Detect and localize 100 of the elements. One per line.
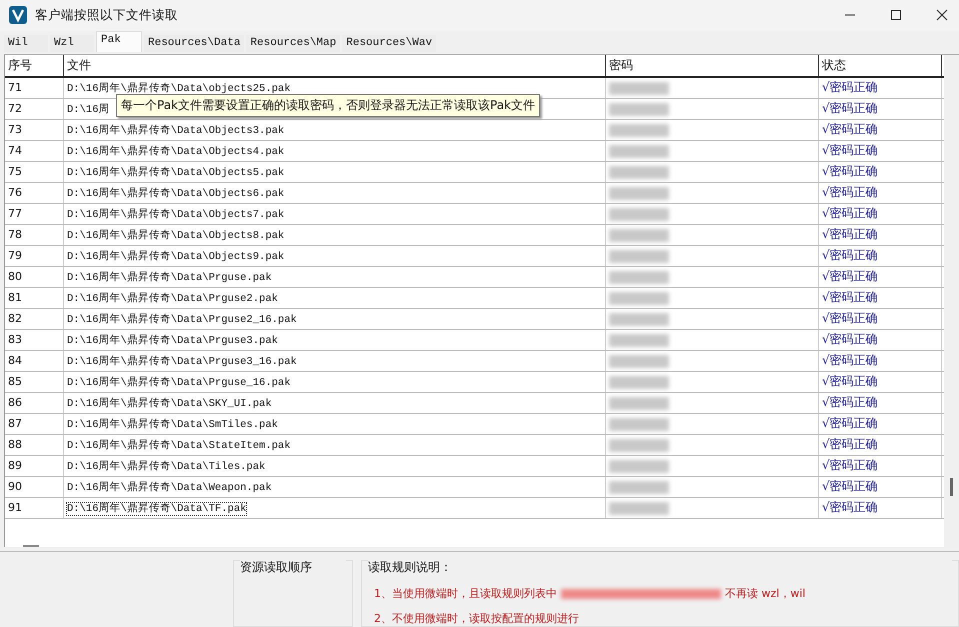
blurred-password xyxy=(609,103,669,116)
status-text: √密码正确 xyxy=(819,414,942,434)
group-title: 读取规则说明： xyxy=(368,559,952,576)
table-cell: 80 xyxy=(5,267,64,287)
file-path: D:\16周年\鼎昇传奇\Data\Objects9.pak xyxy=(67,251,284,263)
table-cell: 72 xyxy=(5,99,64,119)
file-path: D:\16周年\鼎昇传奇\Data\Prguse_16.pak xyxy=(67,377,291,389)
table-cell: 82 xyxy=(5,309,64,329)
status-text: √密码正确 xyxy=(819,141,942,161)
table-cell: 84 xyxy=(5,351,64,371)
file-path: D:\16周 xyxy=(67,104,110,116)
blurred-password xyxy=(609,355,669,368)
status-text: √密码正确 xyxy=(819,372,942,392)
file-path: D:\16周年\鼎昇传奇\Data\Objects7.pak xyxy=(67,209,284,221)
file-path: D:\16周年\鼎昇传奇\Data\Prguse3_16.pak xyxy=(67,356,297,368)
maximize-icon[interactable] xyxy=(890,9,902,22)
table-cell: 81 xyxy=(5,288,64,308)
blurred-password xyxy=(609,271,669,284)
status-text: √密码正确 xyxy=(819,288,942,308)
blurred-password xyxy=(609,418,669,431)
table-cell: 85 xyxy=(5,372,64,392)
table-cell: 83 xyxy=(5,330,64,350)
table-cell: 88 xyxy=(5,435,64,455)
table-cell: 73 xyxy=(5,120,64,140)
blurred-password xyxy=(609,166,669,179)
blurred-password xyxy=(609,439,669,452)
status-text: √密码正确 xyxy=(819,225,942,245)
file-path: D:\16周年\鼎昇传奇\Data\Objects4.pak xyxy=(67,146,284,158)
tab[interactable]: Wzl xyxy=(50,35,94,52)
file-path: D:\16周年\鼎昇传奇\Data\Prguse2.pak xyxy=(67,293,278,305)
file-path: D:\16周年\鼎昇传奇\Data\SmTiles.pak xyxy=(67,419,278,431)
file-path: D:\16周年\鼎昇传奇\Data\Objects6.pak xyxy=(67,188,284,200)
table-cell: 77 xyxy=(5,204,64,224)
file-path: D:\16周年\鼎昇传奇\Data\Objects8.pak xyxy=(67,230,284,242)
tab[interactable]: Resources\Wav xyxy=(342,35,436,52)
status-text: √密码正确 xyxy=(819,393,942,413)
table-cell: 74 xyxy=(5,141,64,161)
file-path: D:\16周年\鼎昇传奇\Data\objects25.pak xyxy=(67,83,291,95)
table-cell: 75 xyxy=(5,162,64,182)
table-cell: 86 xyxy=(5,393,64,413)
column-header[interactable]: 状态 xyxy=(819,55,942,76)
table-cell: 79 xyxy=(5,246,64,266)
tab[interactable]: Resources\Data xyxy=(144,35,244,52)
table-cell: 78 xyxy=(5,225,64,245)
file-path: D:\16周年\鼎昇传奇\Data\SKY_UI.pak xyxy=(67,398,272,410)
close-icon[interactable] xyxy=(936,9,948,22)
blurred-password xyxy=(609,481,669,494)
blurred-password xyxy=(609,124,669,137)
scrollbar-thumb[interactable] xyxy=(950,478,953,496)
group-title: 资源读取顺序 xyxy=(240,559,346,576)
blurred-password xyxy=(609,502,669,515)
blurred-password xyxy=(609,376,669,389)
blurred-password xyxy=(609,313,669,326)
file-path: D:\16周年\鼎昇传奇\Data\Prguse3.pak xyxy=(67,335,278,347)
app-logo-icon xyxy=(9,6,27,24)
file-path: D:\16周年\鼎昇传奇\Data\Prguse.pak xyxy=(67,272,272,284)
tooltip: 每一个Pak文件需要设置正确的读取密码，否则登录器无法正常读取该Pak文件 xyxy=(116,94,540,117)
file-path: D:\16周年\鼎昇传奇\Data\Tiles.pak xyxy=(67,461,266,473)
status-text: √密码正确 xyxy=(819,246,942,266)
dash-mark xyxy=(23,545,39,547)
table-cell: 90 xyxy=(5,477,64,497)
status-text: √密码正确 xyxy=(819,498,942,518)
column-header[interactable]: 序号 xyxy=(5,55,64,76)
tab[interactable]: Resources\Map xyxy=(246,35,340,52)
status-text: √密码正确 xyxy=(819,351,942,371)
window-title: 客户端按照以下文件读取 xyxy=(35,6,178,24)
column-header[interactable]: 密码 xyxy=(606,55,819,76)
tab[interactable]: Pak xyxy=(96,31,142,52)
status-text: √密码正确 xyxy=(819,78,942,98)
blurred-password xyxy=(609,187,669,200)
table-cell: 71 xyxy=(5,78,64,98)
file-path: D:\16周年\鼎昇传奇\Data\Weapon.pak xyxy=(67,482,272,494)
blurred-password xyxy=(609,397,669,410)
table-cell: 89 xyxy=(5,456,64,476)
blurred-password xyxy=(609,82,669,95)
blurred-password xyxy=(609,229,669,242)
status-text: √密码正确 xyxy=(819,309,942,329)
rule-text: 1、当使用微端时，且读取规则列表中 xyxy=(374,586,557,601)
tab[interactable]: Wil xyxy=(4,35,48,52)
rule-text: 2、不使用微端时，读取按配置的规则进行 xyxy=(374,611,579,626)
file-path: D:\16周年\鼎昇传奇\Data\Objects5.pak xyxy=(67,167,284,179)
file-path: D:\16周年\鼎昇传奇\Data\StateItem.pak xyxy=(67,440,291,452)
blurred-password xyxy=(609,250,669,263)
status-text: √密码正确 xyxy=(819,477,942,497)
status-text: √密码正确 xyxy=(819,267,942,287)
status-text: √密码正确 xyxy=(819,120,942,140)
table-cell: 76 xyxy=(5,183,64,203)
status-text: √密码正确 xyxy=(819,183,942,203)
blurred-password xyxy=(609,334,669,347)
file-path: D:\16周年\鼎昇传奇\Data\Objects3.pak xyxy=(67,125,284,137)
table-cell: 87 xyxy=(5,414,64,434)
file-path: D:\16周年\鼎昇传奇\Data\Prguse2_16.pak xyxy=(67,314,297,326)
blurred-password xyxy=(609,292,669,305)
blurred-password xyxy=(609,208,669,221)
status-text: √密码正确 xyxy=(819,99,942,119)
table-cell: 91 xyxy=(5,498,64,518)
blurred-password xyxy=(609,460,669,473)
column-header[interactable]: 文件 xyxy=(64,55,606,76)
status-text: √密码正确 xyxy=(819,162,942,182)
status-text: √密码正确 xyxy=(819,435,942,455)
